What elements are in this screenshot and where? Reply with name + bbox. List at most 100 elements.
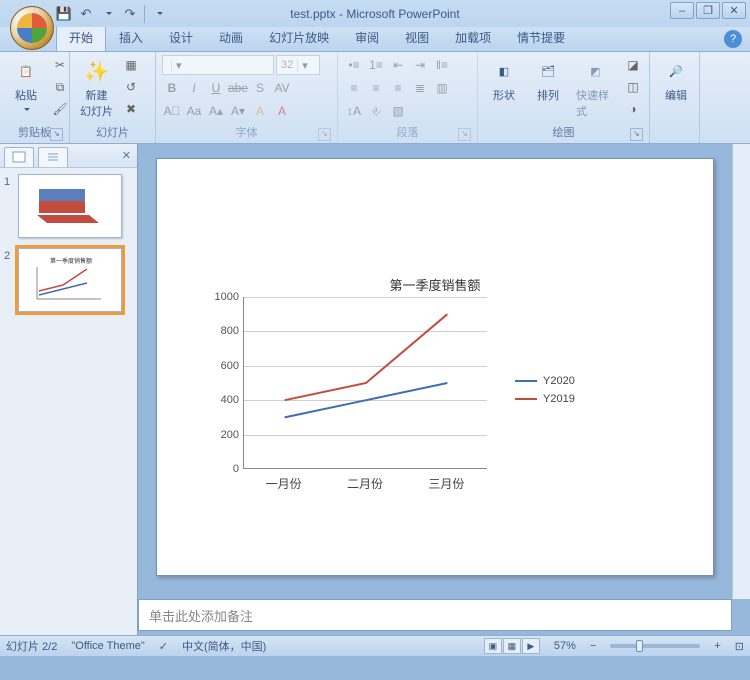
thumbnail-1[interactable]: 1 — [4, 174, 133, 238]
group-drawing-label: 绘图↘ — [484, 123, 643, 141]
indent-inc-button[interactable]: ⇥ — [410, 55, 430, 75]
tab-view[interactable]: 视图 — [392, 24, 442, 51]
slide-panel: ✕ 1 2 第一季度销售额 — [0, 144, 138, 635]
smartart-button[interactable]: ▧ — [388, 101, 408, 121]
redo-icon[interactable]: ↷ — [122, 6, 138, 22]
slides-tab[interactable] — [4, 147, 34, 167]
group-clipboard-label: 剪贴板↘ — [6, 123, 63, 141]
close-button[interactable]: ✕ — [722, 2, 746, 19]
undo-dropdown[interactable] — [100, 6, 116, 22]
shapes-button[interactable]: ◧形状 — [484, 55, 524, 105]
align-left-button[interactable]: ≡ — [344, 78, 364, 98]
shape-outline-button[interactable]: ◫ — [623, 77, 643, 97]
chart-title: 第一季度销售额 — [157, 275, 713, 294]
drawing-launcher[interactable]: ↘ — [630, 128, 643, 141]
shape-fill-button[interactable]: ◪ — [623, 55, 643, 75]
strike-button[interactable]: abe — [228, 78, 248, 98]
office-button[interactable] — [10, 6, 54, 50]
group-clipboard: 📋 粘贴 ✂ ⧉ 🖌 剪贴板↘ — [0, 52, 70, 143]
bullets-button[interactable]: •≡ — [344, 55, 364, 75]
font-highlight-button[interactable]: A — [250, 101, 270, 121]
underline-button[interactable]: U — [206, 78, 226, 98]
tab-animations[interactable]: 动画 — [206, 24, 256, 51]
paste-dropdown[interactable] — [22, 105, 30, 117]
chart-xaxis: 一月份二月份三月份 — [243, 475, 487, 499]
arrange-icon: 🗂 — [534, 57, 562, 85]
tab-addins[interactable]: 加载项 — [442, 24, 504, 51]
view-buttons: ▣ ▦ ▶ — [484, 638, 540, 654]
italic-button[interactable]: I — [184, 78, 204, 98]
slide[interactable]: 第一季度销售额 02004006008001000 一月份二月份三月份 Y202… — [156, 158, 714, 576]
quick-access-toolbar: 💾 ↶ ↷ — [56, 5, 167, 23]
notes-pane[interactable]: 单击此处添加备注 — [138, 599, 732, 631]
restore-button[interactable]: ❐ — [696, 2, 720, 19]
minimize-button[interactable]: – — [670, 2, 694, 19]
language-label[interactable]: 中文(简体，中国) — [182, 638, 266, 654]
paragraph-launcher[interactable]: ↘ — [458, 128, 471, 141]
sorter-view-button[interactable]: ▦ — [503, 638, 521, 654]
zoom-in-button[interactable]: + — [714, 640, 720, 652]
chart-plot-area — [243, 297, 487, 469]
align-center-button[interactable]: ≡ — [366, 78, 386, 98]
cut-icon[interactable]: ✂ — [50, 55, 70, 75]
clear-format-button[interactable]: A⃠ — [162, 101, 182, 121]
font-color-button[interactable]: A — [272, 101, 292, 121]
copy-icon[interactable]: ⧉ — [50, 77, 70, 97]
align-text-button[interactable]: ⎀ — [366, 101, 386, 121]
shape-effects-button[interactable]: ◑ — [623, 99, 643, 119]
font-name-combo[interactable]: ▾ — [162, 55, 274, 75]
numbering-button[interactable]: 1≡ — [366, 55, 386, 75]
editing-button[interactable]: 🔎编辑 — [656, 55, 696, 105]
fit-window-button[interactable]: ⊡ — [735, 640, 744, 653]
zoom-slider[interactable] — [610, 644, 700, 648]
group-editing: 🔎编辑 — [650, 52, 700, 143]
tab-review[interactable]: 审阅 — [342, 24, 392, 51]
bold-button[interactable]: B — [162, 78, 182, 98]
justify-button[interactable]: ≣ — [410, 78, 430, 98]
arrange-button[interactable]: 🗂排列 — [528, 55, 568, 105]
spellcheck-icon[interactable]: ✓ — [159, 640, 168, 653]
undo-icon[interactable]: ↶ — [78, 6, 94, 22]
save-icon[interactable]: 💾 — [56, 6, 72, 22]
tab-slideshow[interactable]: 幻灯片放映 — [256, 24, 342, 51]
align-right-button[interactable]: ≡ — [388, 78, 408, 98]
tab-insert[interactable]: 插入 — [106, 24, 156, 51]
shadow-button[interactable]: S — [250, 78, 270, 98]
format-painter-icon[interactable]: 🖌 — [50, 99, 70, 119]
vertical-scrollbar[interactable] — [732, 144, 750, 599]
text-direction-button[interactable]: ↕A — [344, 101, 364, 121]
help-button[interactable]: ? — [724, 30, 742, 48]
thumbnail-2[interactable]: 2 第一季度销售额 — [4, 248, 133, 312]
chart-legend: Y2020Y2019 — [515, 375, 575, 411]
chart-yaxis: 02004006008001000 — [211, 297, 243, 469]
shapes-icon: ◧ — [490, 57, 518, 85]
grow-font-button[interactable]: A▴ — [206, 101, 226, 121]
reset-icon[interactable]: ↺ — [121, 77, 141, 97]
clipboard-launcher[interactable]: ↘ — [50, 128, 63, 141]
tab-storyboard[interactable]: 情节提要 — [504, 24, 578, 51]
columns-button[interactable]: ▥ — [432, 78, 452, 98]
tab-design[interactable]: 设计 — [156, 24, 206, 51]
change-case-button[interactable]: Aa — [184, 101, 204, 121]
font-launcher[interactable]: ↘ — [318, 128, 331, 141]
new-slide-button[interactable]: ✨ 新建 幻灯片 — [76, 55, 117, 121]
paste-button[interactable]: 📋 粘贴 — [6, 55, 46, 119]
zoom-out-button[interactable]: − — [590, 640, 596, 652]
delete-slide-icon[interactable]: ✖ — [121, 99, 141, 119]
layout-icon[interactable]: ▦ — [121, 55, 141, 75]
shrink-font-button[interactable]: A▾ — [228, 101, 248, 121]
quick-styles-button[interactable]: ◩快速样式 — [572, 55, 619, 121]
outline-tab[interactable] — [38, 147, 68, 167]
line-spacing-button[interactable]: ‖≡ — [432, 55, 452, 75]
panel-tabs: ✕ — [0, 144, 137, 168]
panel-close-button[interactable]: ✕ — [122, 149, 131, 162]
qat-customize[interactable] — [151, 6, 167, 22]
char-spacing-button[interactable]: AV — [272, 78, 292, 98]
normal-view-button[interactable]: ▣ — [484, 638, 502, 654]
font-size-combo[interactable]: 32▾ — [276, 55, 320, 75]
slide-canvas-area: 第一季度销售额 02004006008001000 一月份二月份三月份 Y202… — [138, 144, 750, 635]
slideshow-view-button[interactable]: ▶ — [522, 638, 540, 654]
indent-dec-button[interactable]: ⇤ — [388, 55, 408, 75]
tab-home[interactable]: 开始 — [56, 24, 106, 51]
slide-scroll-area[interactable]: 第一季度销售额 02004006008001000 一月份二月份三月份 Y202… — [138, 144, 732, 599]
